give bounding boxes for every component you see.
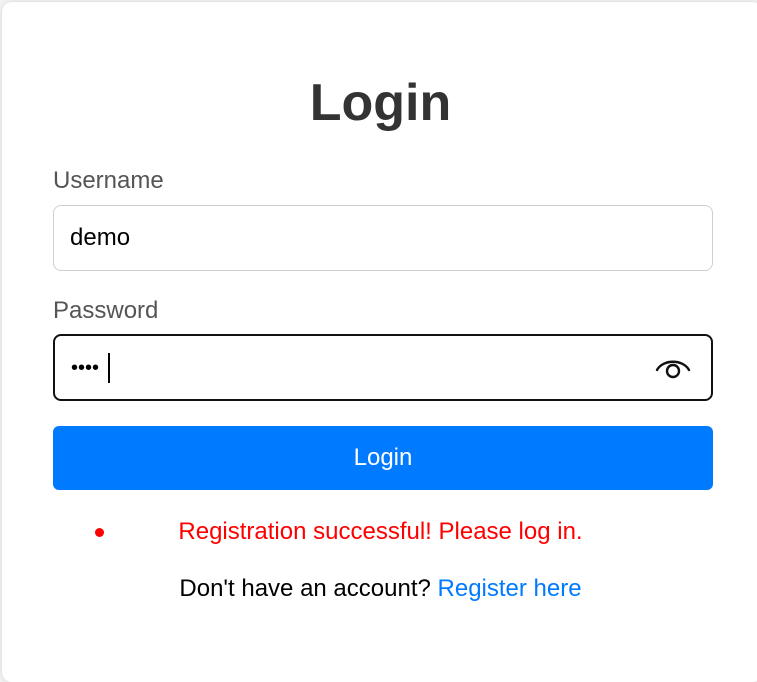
login-card: Login Username Password •••• Login Regis…	[2, 2, 757, 682]
register-prompt: Don't have an account? Register here	[2, 574, 757, 604]
password-masked-value: ••••	[71, 357, 100, 379]
password-input[interactable]: ••••	[53, 334, 713, 401]
eye-icon[interactable]	[655, 355, 691, 381]
page-title: Login	[309, 74, 452, 132]
register-link[interactable]: Register here	[438, 575, 582, 602]
success-message-text: Registration successful! Please log in.	[178, 518, 583, 545]
message-list: Registration successful! Please log in.	[2, 512, 757, 552]
username-input[interactable]	[53, 205, 713, 271]
success-message: Registration successful! Please log in.	[2, 512, 757, 552]
password-label: Password	[53, 297, 159, 324]
register-prompt-text: Don't have an account?	[179, 575, 431, 602]
bullet-icon	[95, 528, 104, 537]
username-label: Username	[53, 167, 164, 194]
text-caret	[108, 353, 110, 383]
login-button[interactable]: Login	[53, 426, 713, 490]
